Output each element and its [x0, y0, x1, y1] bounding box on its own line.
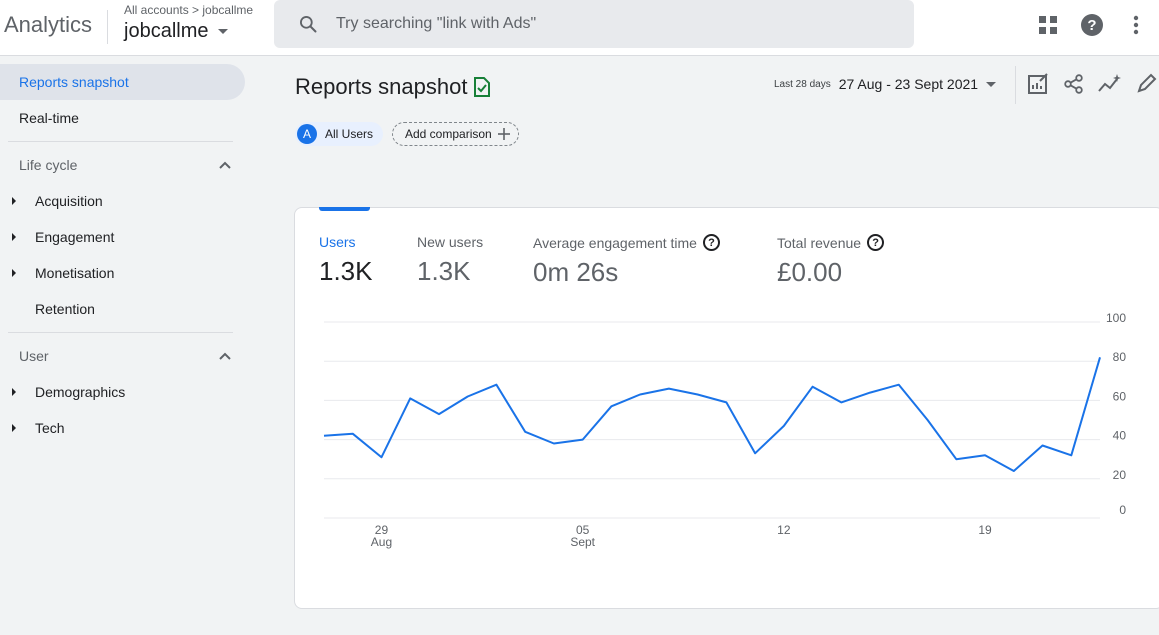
toolbar-divider — [1015, 66, 1016, 104]
chevron-up-icon[interactable] — [218, 160, 232, 170]
customize-report-icon[interactable] — [1026, 72, 1050, 96]
x-tick-month-label: Sept — [570, 535, 595, 549]
add-comparison-label: Add comparison — [405, 127, 492, 141]
product-name[interactable]: Analytics — [4, 12, 92, 38]
users-line-chart: 10080604020029Aug05Sept12 19 — [323, 311, 1127, 549]
all-users-chip[interactable]: A All Users — [295, 122, 384, 146]
share-icon[interactable] — [1062, 72, 1086, 96]
date-range-selector[interactable]: Last 28 days 27 Aug - 23 Sept 2021 — [774, 76, 997, 92]
page-title: Reports snapshot — [295, 74, 468, 99]
sidebar-item-acquisition[interactable]: Acquisition — [35, 193, 103, 209]
section-user[interactable]: User — [19, 348, 49, 364]
sidebar-item-label[interactable]: Reports snapshot — [19, 74, 129, 90]
caret-down-icon — [986, 81, 997, 87]
x-tick-month-label: Aug — [371, 535, 392, 549]
date-range-label: Last 28 days — [774, 78, 831, 90]
date-range-value: 27 Aug - 23 Sept 2021 — [838, 76, 979, 92]
top-bar: Analytics All accounts > jobcallme jobca… — [0, 0, 1159, 56]
search-icon — [300, 16, 317, 33]
expand-arrow-icon[interactable] — [12, 424, 16, 432]
sidebar-item-engagement[interactable]: Engagement — [35, 229, 114, 245]
sidebar-item-tech[interactable]: Tech — [35, 420, 65, 436]
sidebar-item-retention[interactable]: Retention — [35, 301, 95, 317]
account-name: jobcallme — [124, 20, 209, 42]
sidebar-item-demographics[interactable]: Demographics — [35, 384, 125, 400]
expand-arrow-icon[interactable] — [12, 197, 16, 205]
all-users-label: All Users — [325, 127, 374, 141]
metrics-card: Users 1.3K New users 1.3K Average engage… — [294, 207, 1159, 609]
caret-down-icon — [218, 29, 229, 34]
y-tick-label: 80 — [1113, 350, 1127, 364]
help-icon[interactable]: ? — [1079, 12, 1105, 38]
apps-grid-icon[interactable] — [1035, 12, 1061, 38]
page-title-row: Reports snapshot — [295, 74, 491, 100]
y-tick-label: 0 — [1119, 503, 1126, 517]
section-life-cycle[interactable]: Life cycle — [19, 157, 77, 173]
breadcrumb[interactable]: All accounts > jobcallme — [124, 3, 253, 17]
account-selector[interactable]: jobcallme — [124, 20, 229, 43]
sidebar-item-monetisation[interactable]: Monetisation — [35, 265, 114, 281]
more-vert-icon[interactable] — [1123, 12, 1149, 38]
y-tick-label: 60 — [1113, 389, 1127, 403]
y-tick-label: 100 — [1106, 311, 1126, 325]
expand-arrow-icon[interactable] — [12, 269, 16, 277]
sidebar-divider — [8, 141, 233, 142]
search-bar[interactable] — [274, 0, 914, 48]
expand-arrow-icon[interactable] — [12, 388, 16, 396]
insights-icon[interactable] — [1098, 72, 1122, 96]
sidebar-item-real-time[interactable]: Real-time — [19, 110, 79, 126]
svg-text:?: ? — [1087, 17, 1096, 34]
verified-report-icon[interactable] — [473, 77, 491, 97]
sidebar-divider — [8, 332, 233, 333]
chevron-up-icon[interactable] — [218, 351, 232, 361]
header-divider — [107, 10, 108, 44]
add-comparison-button[interactable]: Add comparison — [392, 122, 519, 146]
sidebar: Reports snapshot Real-time Life cycle Ac… — [0, 56, 260, 635]
search-input[interactable] — [336, 15, 836, 33]
y-tick-label: 20 — [1113, 468, 1127, 482]
expand-arrow-icon[interactable] — [12, 233, 16, 241]
y-tick-label: 40 — [1113, 429, 1127, 443]
series-line — [323, 357, 1101, 472]
edit-pencil-icon[interactable] — [1134, 72, 1158, 96]
comparison-badge: A — [297, 124, 317, 144]
plus-icon — [497, 128, 510, 140]
x-tick-label: 19 — [978, 523, 992, 537]
x-tick-label: 12 — [777, 523, 791, 537]
